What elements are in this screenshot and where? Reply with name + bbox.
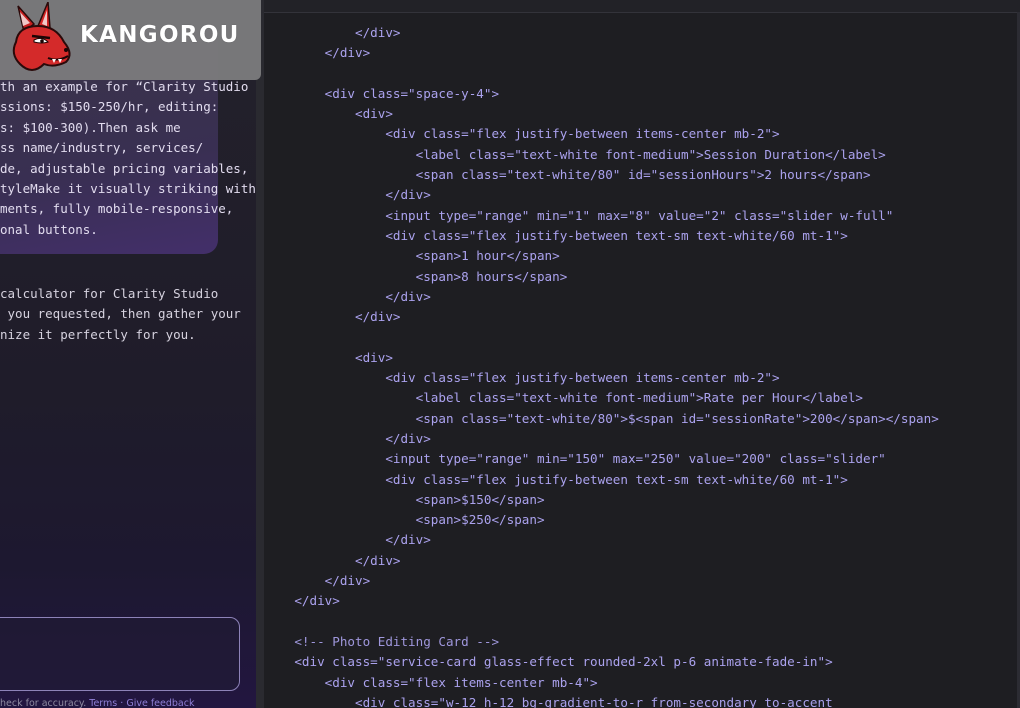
- terms-link[interactable]: Terms: [89, 698, 117, 708]
- disclaimer-text: heck for accuracy.: [0, 698, 87, 708]
- code-line: </div>: [264, 430, 431, 446]
- code-line: </div>: [264, 552, 401, 568]
- code-line: <span>1 hour</span>: [264, 248, 560, 264]
- code-line: <div class="flex justify-between items-c…: [264, 370, 780, 386]
- chat-panel: th an example for “Clarity Studio ssions:…: [0, 0, 256, 708]
- code-line: <span>$250</span>: [264, 512, 545, 528]
- code-line: <div>: [264, 349, 393, 365]
- code-line: <input type="range" min="150" max="250" …: [264, 451, 886, 467]
- message-line: ssions: $150-250/hr, editing:: [0, 99, 219, 115]
- code-line: </div>: [264, 45, 371, 61]
- disclaimer-separator: ·: [120, 698, 124, 708]
- code-line: <label class="text-white font-medium">Ra…: [264, 390, 863, 406]
- logo-badge: KANGOROU: [0, 0, 261, 80]
- code-line: <div class="space-y-4">: [264, 85, 500, 101]
- logo-text: KANGOROU: [80, 22, 240, 48]
- code-line: </div>: [264, 25, 401, 40]
- code-line: <span class="text-white/80">$<span id="s…: [264, 410, 939, 426]
- give-feedback-link[interactable]: Give feedback: [126, 698, 194, 708]
- code-line: <span class="text-white/80" id="sessionH…: [264, 167, 871, 183]
- code-line: <div class="flex justify-between text-sm…: [264, 227, 848, 243]
- code-line: </div>: [264, 187, 431, 203]
- code-line: <div>: [264, 106, 393, 122]
- code-comment-line: <!-- Photo Editing Card -->: [264, 633, 500, 649]
- code-line: <div class="w-12 h-12 bg-gradient-to-r f…: [264, 694, 833, 708]
- code-line: </div>: [264, 309, 401, 325]
- code-line: <div class="flex justify-between text-sm…: [264, 471, 848, 487]
- assistant-message-text: calculator for Clarity Studio you reques…: [0, 284, 250, 345]
- kangaroo-logo-icon: [12, 2, 71, 71]
- code-line: <input type="range" min="1" max="8" valu…: [264, 207, 894, 223]
- user-message-text: th an example for “Clarity Studio ssions:…: [0, 77, 256, 240]
- panel-divider[interactable]: [256, 0, 264, 708]
- message-line: calculator for Clarity Studio: [0, 286, 219, 301]
- message-line: tyleMake it visually striking with: [0, 181, 256, 197]
- code-line: </div>: [264, 593, 340, 609]
- chat-input-box[interactable]: [0, 617, 240, 691]
- code-line: </div>: [264, 532, 431, 548]
- message-line: s: $100-300).Then ask me: [0, 119, 181, 135]
- message-line: ss name/industry, services/: [0, 140, 204, 156]
- code-line: <label class="text-white font-medium">Se…: [264, 146, 886, 162]
- code-line: </div>: [264, 573, 371, 589]
- code-panel: </div> </div> <div class="space-y-4"> <d…: [264, 0, 1020, 708]
- code-line: <div class="service-card glass-effect ro…: [264, 654, 833, 670]
- message-line: th an example for “Clarity Studio: [0, 79, 249, 94]
- message-line: nize it perfectly for you.: [0, 326, 196, 342]
- message-line: onal buttons.: [0, 221, 98, 237]
- code-panel-topbar: [264, 0, 1020, 13]
- message-line: ments, fully mobile-responsive,: [0, 201, 234, 217]
- code-line: <span>8 hours</span>: [264, 268, 568, 284]
- message-line: you requested, then gather your: [0, 306, 241, 322]
- code-line: <div class="flex items-center mb-4">: [264, 674, 598, 690]
- code-line: </div>: [264, 288, 431, 304]
- code-line: <span>$150</span>: [264, 491, 545, 507]
- message-line: de, adjustable pricing variables,: [0, 160, 249, 176]
- disclaimer: heck for accuracy. Terms · Give feedback: [0, 698, 256, 708]
- code-block: </div> </div> <div class="space-y-4"> <d…: [264, 23, 939, 708]
- code-line: <div class="flex justify-between items-c…: [264, 126, 780, 142]
